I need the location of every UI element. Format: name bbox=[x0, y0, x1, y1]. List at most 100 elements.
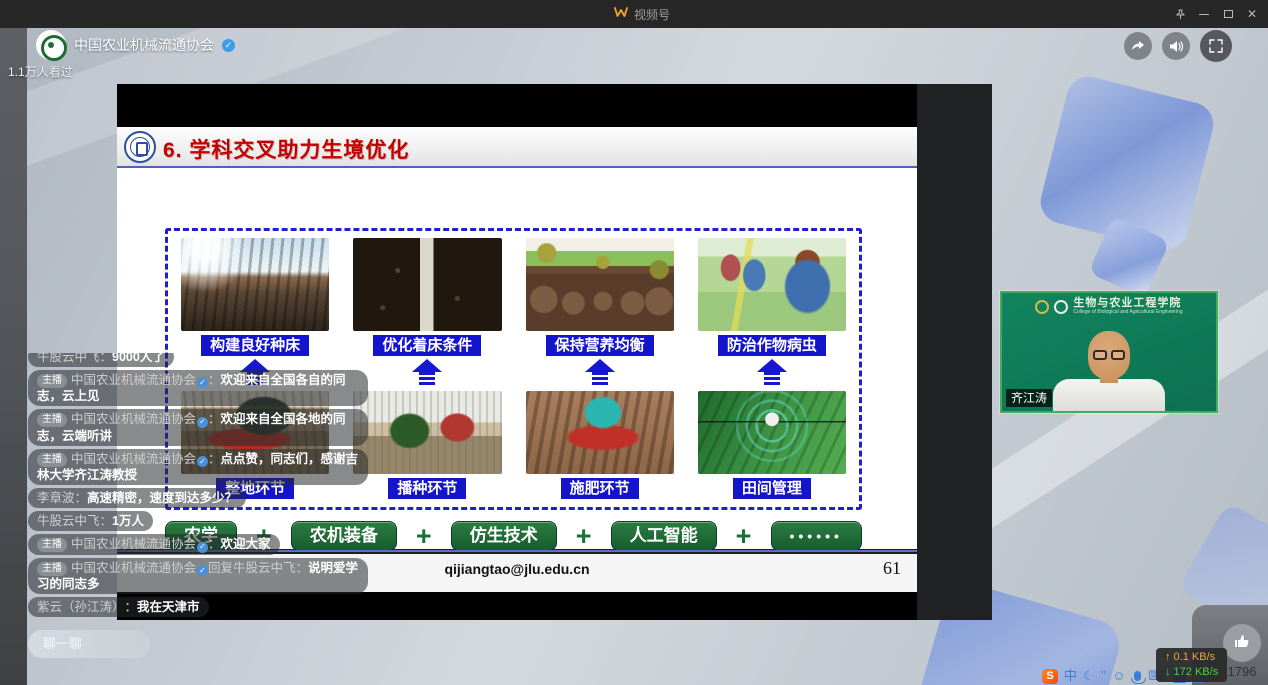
chat-text: 9000人了 bbox=[112, 353, 165, 364]
step-label: 防治作物病虫 bbox=[718, 335, 826, 356]
plus-sign: + bbox=[736, 522, 752, 550]
chat-message[interactable]: 主播中国农业机械流通协会✓：欢迎大家 bbox=[28, 534, 280, 555]
emoji-picker-icon[interactable]: ☺ bbox=[1112, 668, 1125, 684]
sogou-input-icon[interactable]: S bbox=[1042, 669, 1058, 684]
window-titlebar[interactable]: 视频号 ✕ bbox=[0, 0, 1268, 28]
fullscreen-button[interactable] bbox=[1200, 30, 1232, 62]
restore-button[interactable] bbox=[1216, 2, 1240, 26]
chat-username: 中国农业机械流通协会 bbox=[71, 373, 196, 387]
wechat-channels-window: 6. 学科交叉助力生境优化 构建良好种床优化着床条件保持营养均衡防治作物病虫整地… bbox=[0, 0, 1268, 685]
chat-message[interactable]: 主播中国农业机械流通协会✓：欢迎来自全国各地的同志，云端听讲 bbox=[28, 409, 368, 446]
like-count: 1796 bbox=[1222, 664, 1262, 679]
step-label: 优化着床条件 bbox=[373, 335, 481, 356]
chat-colon: ： bbox=[100, 353, 113, 364]
chat-colon: ： bbox=[100, 514, 113, 528]
letterbox-top bbox=[117, 84, 917, 127]
college-name: 生物与农业工程学院 bbox=[1073, 298, 1182, 309]
chat-username: 牛股云中飞 bbox=[37, 514, 100, 528]
share-icon bbox=[1131, 40, 1145, 52]
left-edge-strip bbox=[0, 28, 27, 685]
slide-page-number: 61 bbox=[883, 558, 901, 579]
like-widget: 1796 bbox=[1222, 624, 1262, 679]
host-badge: 主播 bbox=[37, 538, 67, 552]
channel-avatar[interactable] bbox=[36, 30, 66, 60]
wechat-channels-logo-icon bbox=[614, 5, 628, 23]
chat-message[interactable]: 紫云（孙江涛）：我在天津市 bbox=[28, 597, 209, 617]
chinese-mode-icon[interactable]: 中 bbox=[1064, 668, 1077, 684]
chat-input[interactable]: 聊一聊 bbox=[28, 630, 150, 658]
chat-text: 1万人 bbox=[112, 514, 144, 528]
channel-name[interactable]: 中国农业机械流通协会 bbox=[74, 35, 214, 55]
chat-colon: ： bbox=[296, 561, 309, 575]
chat-username: 牛股云中飞 bbox=[37, 353, 100, 364]
ph-nutrient-photo bbox=[526, 238, 674, 331]
host-badge: 主播 bbox=[37, 413, 67, 427]
ph-field-photo bbox=[181, 238, 329, 331]
glasses-icon bbox=[1091, 350, 1127, 360]
microphone-icon[interactable] bbox=[1134, 671, 1141, 681]
plus-sign: + bbox=[576, 522, 592, 550]
volume-icon bbox=[1169, 40, 1184, 53]
chat-colon: ： bbox=[208, 412, 221, 426]
minimize-icon bbox=[1199, 14, 1209, 15]
up-arrow-icon bbox=[757, 359, 787, 387]
chat-list[interactable]: 主播中国农业机械流通协会✓：欢迎签到主播中国农业机械流通协会✓：评论区可以小沟通… bbox=[28, 353, 368, 617]
app-brand: 视频号 bbox=[614, 5, 670, 23]
university-logo bbox=[124, 131, 156, 163]
chat-message[interactable]: 牛股云中飞：1万人 bbox=[28, 511, 153, 531]
discipline-pill: •••••• bbox=[771, 521, 862, 551]
chat-verified-icon: ✓ bbox=[197, 542, 208, 553]
channel-header[interactable]: 中国农业机械流通协会 ✓ bbox=[36, 30, 235, 60]
presenter-head bbox=[1088, 331, 1130, 379]
like-button[interactable] bbox=[1223, 624, 1261, 662]
presenter-shirt bbox=[1053, 379, 1165, 411]
chat-username: 中国农业机械流通协会 bbox=[71, 412, 196, 426]
host-badge: 主播 bbox=[37, 453, 67, 467]
college-logo-icon bbox=[1035, 300, 1049, 314]
college-banner: 生物与农业工程学院 College of Biological and Agri… bbox=[1002, 298, 1216, 315]
chat-colon: ： bbox=[208, 452, 221, 466]
step-label: 施肥环节 bbox=[561, 478, 639, 499]
volume-button[interactable] bbox=[1162, 32, 1190, 60]
step-label: 播种环节 bbox=[388, 478, 466, 499]
ph-soil-photo bbox=[353, 238, 501, 331]
pin-button[interactable] bbox=[1168, 2, 1192, 26]
chat-colon: ： bbox=[208, 537, 221, 551]
university-seal-icon bbox=[1054, 300, 1068, 314]
presenter-name-tag: 齐江涛 bbox=[1006, 389, 1052, 407]
presenter-webcam: 生物与农业工程学院 College of Biological and Agri… bbox=[1000, 291, 1218, 413]
player-controls bbox=[1124, 30, 1232, 62]
chat-verified-icon: ✓ bbox=[197, 417, 208, 428]
chat-colon: ： bbox=[125, 600, 138, 614]
fullscreen-icon bbox=[1209, 39, 1223, 53]
chat-verified-icon: ✓ bbox=[197, 377, 208, 388]
restore-icon bbox=[1224, 10, 1233, 18]
slide-right-margin bbox=[917, 84, 992, 620]
chat-message[interactable]: 牛股云中飞：9000人了 bbox=[28, 353, 174, 367]
step-label: 田间管理 bbox=[733, 478, 811, 499]
step-label: 保持营养均衡 bbox=[546, 335, 654, 356]
ph-pest-photo bbox=[698, 238, 846, 331]
chat-message[interactable]: 主播中国农业机械流通协会✓：欢迎来自全国各自的同志，云上见 bbox=[28, 370, 368, 407]
slide-title: 6. 学科交叉助力生境优化 bbox=[163, 134, 409, 164]
thumbs-up-icon bbox=[1233, 632, 1251, 655]
punctuation-icon[interactable]: ’’ bbox=[1101, 668, 1107, 684]
upload-speed: ↑ 0.1 KB/s bbox=[1165, 650, 1218, 665]
chat-username: 中国农业机械流通协会 bbox=[71, 452, 196, 466]
plus-sign: + bbox=[416, 522, 432, 550]
minimize-button[interactable] bbox=[1192, 2, 1216, 26]
network-speed-tooltip: ↑ 0.1 KB/s ↓ 172 KB/s bbox=[1156, 648, 1227, 682]
discipline-pill: 仿生技术 bbox=[451, 521, 557, 551]
up-arrow-icon bbox=[585, 359, 615, 387]
share-button[interactable] bbox=[1124, 32, 1152, 60]
night-mode-icon[interactable]: ☾ bbox=[1083, 668, 1095, 684]
close-button[interactable]: ✕ bbox=[1240, 2, 1264, 26]
chat-message[interactable]: 李章波：高速精密，速度到达多少？ bbox=[28, 488, 246, 508]
window-controls: ✕ bbox=[1168, 0, 1264, 28]
ph-seeding-photo bbox=[353, 391, 501, 474]
chat-message[interactable]: 主播中国农业机械流通协会✓：点点赞，同志们，感谢吉林大学齐江涛教授 bbox=[28, 449, 368, 486]
chat-colon: ： bbox=[208, 373, 221, 387]
arrow-cell bbox=[353, 359, 501, 389]
chat-message[interactable]: 主播中国农业机械流通协会✓回复牛股云中飞：说明爱学习的同志多 bbox=[28, 558, 368, 595]
chat-verified-icon: ✓ bbox=[197, 456, 208, 467]
